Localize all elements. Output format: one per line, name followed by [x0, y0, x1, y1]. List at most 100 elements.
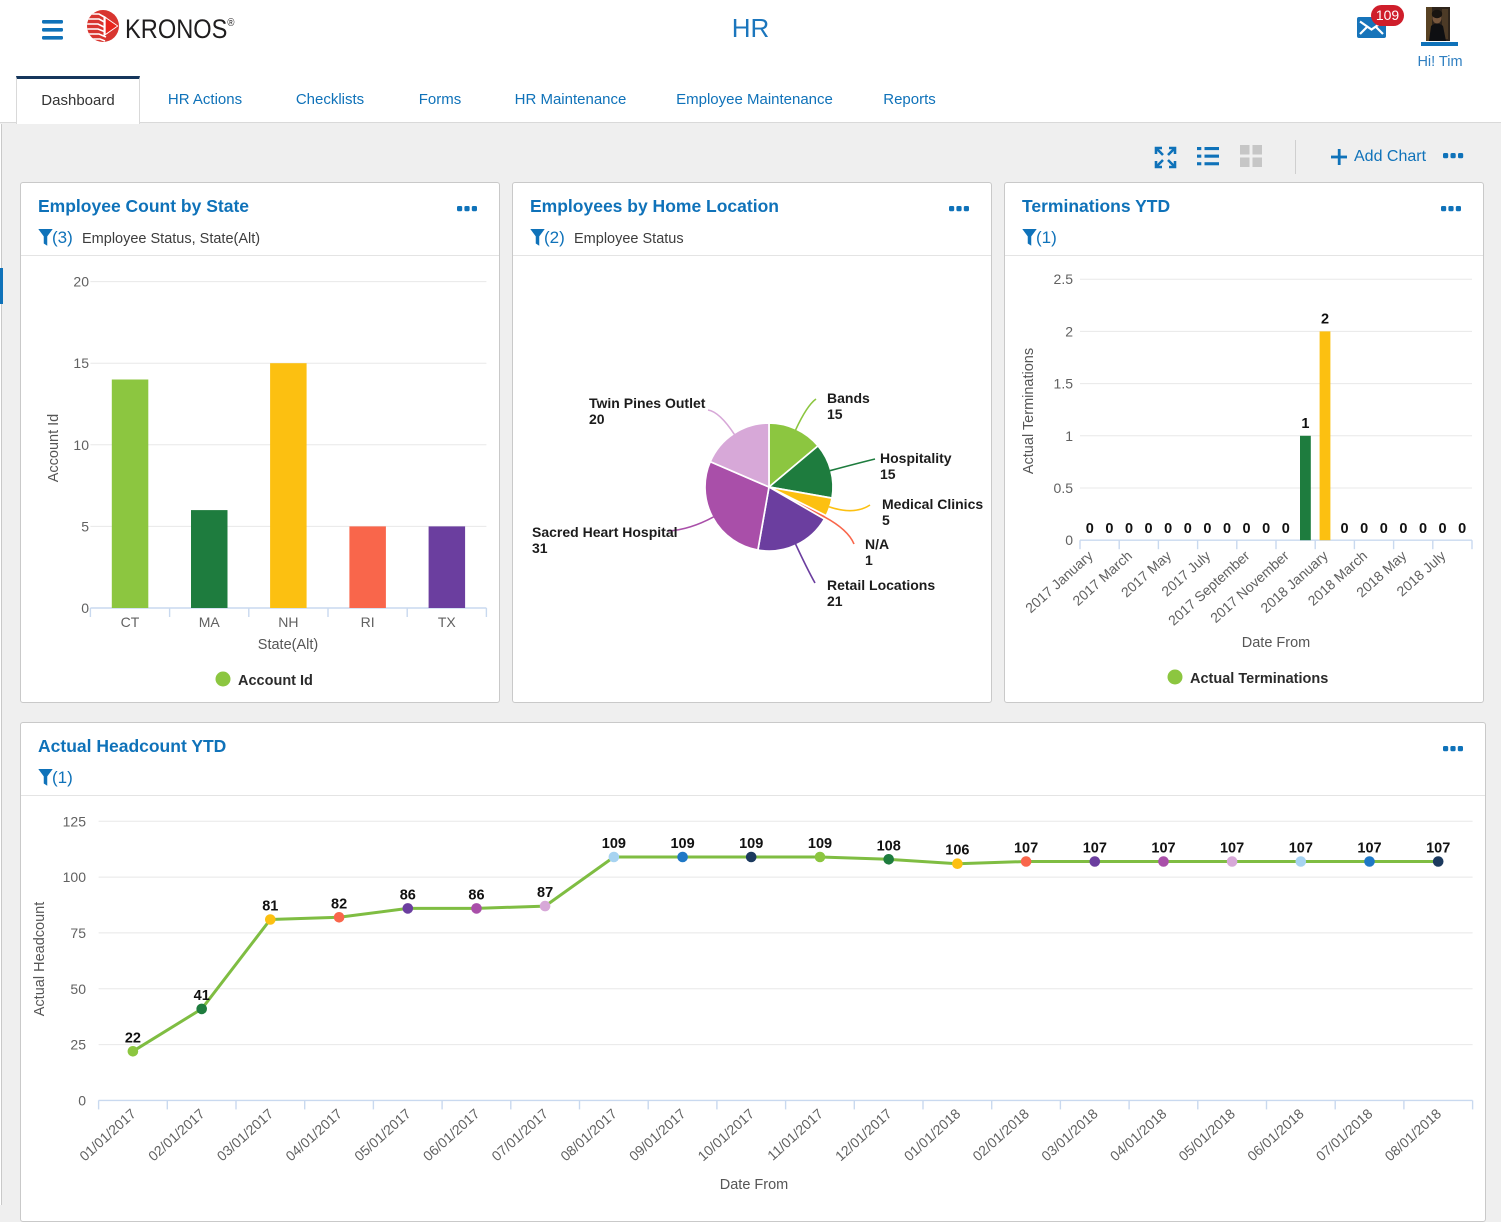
svg-text:05/01/2017: 05/01/2017	[351, 1105, 414, 1164]
svg-text:MA: MA	[199, 614, 221, 630]
svg-text:04/01/2017: 04/01/2017	[282, 1105, 345, 1164]
svg-text:81: 81	[262, 899, 278, 915]
svg-text:108: 108	[877, 838, 901, 854]
svg-text:10/01/2017: 10/01/2017	[694, 1105, 757, 1164]
svg-text:1: 1	[865, 552, 873, 568]
svg-text:0: 0	[1105, 521, 1113, 537]
svg-text:09/01/2017: 09/01/2017	[626, 1105, 689, 1164]
svg-text:06/01/2017: 06/01/2017	[420, 1105, 483, 1164]
svg-text:05/01/2018: 05/01/2018	[1175, 1105, 1238, 1164]
svg-text:2.5: 2.5	[1054, 271, 1074, 287]
svg-text:04/01/2018: 04/01/2018	[1107, 1105, 1170, 1164]
svg-text:0: 0	[1086, 521, 1094, 537]
svg-text:CT: CT	[121, 614, 140, 630]
svg-text:01/01/2018: 01/01/2018	[901, 1105, 964, 1164]
svg-text:Retail Locations: Retail Locations	[827, 577, 935, 593]
svg-text:107: 107	[1220, 841, 1244, 857]
svg-text:86: 86	[400, 887, 416, 903]
svg-text:41: 41	[194, 988, 210, 1004]
svg-text:1: 1	[1301, 416, 1309, 432]
svg-text:Actual Terminations: Actual Terminations	[1021, 348, 1037, 474]
svg-text:0: 0	[81, 600, 89, 616]
svg-text:07/01/2017: 07/01/2017	[488, 1105, 551, 1164]
svg-text:Bands: Bands	[827, 390, 870, 406]
svg-text:107: 107	[1014, 841, 1038, 857]
svg-text:02/01/2017: 02/01/2017	[145, 1105, 208, 1164]
svg-text:107: 107	[1151, 841, 1175, 857]
svg-text:0.5: 0.5	[1054, 480, 1074, 496]
svg-text:0: 0	[78, 1092, 86, 1108]
svg-text:109: 109	[602, 836, 626, 852]
svg-text:08/01/2017: 08/01/2017	[557, 1105, 620, 1164]
svg-text:Actual Terminations: Actual Terminations	[1190, 671, 1328, 687]
svg-text:75: 75	[70, 925, 86, 941]
svg-text:31: 31	[532, 540, 548, 556]
svg-text:02/01/2018: 02/01/2018	[969, 1105, 1032, 1164]
svg-text:0: 0	[1458, 521, 1466, 537]
svg-text:22: 22	[125, 1030, 141, 1046]
svg-text:106: 106	[945, 843, 969, 859]
svg-text:82: 82	[331, 896, 347, 912]
svg-text:0: 0	[1203, 521, 1211, 537]
svg-text:12/01/2017: 12/01/2017	[832, 1105, 895, 1164]
svg-text:Date From: Date From	[720, 1177, 789, 1193]
svg-text:0: 0	[1282, 521, 1290, 537]
svg-text:5: 5	[81, 518, 89, 534]
svg-text:Date From: Date From	[1242, 635, 1311, 651]
svg-text:0: 0	[1125, 521, 1133, 537]
svg-text:Account Id: Account Id	[238, 673, 313, 689]
svg-text:20: 20	[589, 411, 605, 427]
svg-text:NH: NH	[278, 614, 298, 630]
svg-text:20: 20	[73, 274, 89, 290]
svg-text:15: 15	[827, 406, 843, 422]
svg-text:109: 109	[808, 836, 832, 852]
svg-text:100: 100	[63, 869, 87, 885]
svg-text:03/01/2018: 03/01/2018	[1038, 1105, 1101, 1164]
svg-text:0: 0	[1164, 521, 1172, 537]
svg-text:1.5: 1.5	[1054, 376, 1074, 392]
svg-text:Sacred Heart Hospital: Sacred Heart Hospital	[532, 524, 678, 540]
svg-text:0: 0	[1419, 521, 1427, 537]
svg-text:Hospitality: Hospitality	[880, 450, 952, 466]
svg-text:TX: TX	[438, 614, 457, 630]
svg-text:86: 86	[468, 887, 484, 903]
svg-text:0: 0	[1065, 532, 1073, 548]
svg-text:06/01/2018: 06/01/2018	[1244, 1105, 1307, 1164]
svg-text:107: 107	[1083, 841, 1107, 857]
svg-text:21: 21	[827, 593, 843, 609]
svg-text:109: 109	[739, 836, 763, 852]
svg-text:1: 1	[1065, 428, 1073, 444]
svg-text:0: 0	[1360, 521, 1368, 537]
svg-text:0: 0	[1439, 521, 1447, 537]
svg-text:5: 5	[882, 512, 890, 528]
svg-text:Twin Pines Outlet: Twin Pines Outlet	[589, 395, 706, 411]
svg-text:0: 0	[1243, 521, 1251, 537]
svg-text:N/A: N/A	[865, 536, 889, 552]
svg-text:15: 15	[73, 355, 89, 371]
svg-text:RI: RI	[361, 614, 375, 630]
svg-text:State(Alt): State(Alt)	[258, 637, 318, 653]
svg-text:15: 15	[880, 466, 896, 482]
svg-text:107: 107	[1289, 841, 1313, 857]
svg-text:2: 2	[1321, 311, 1329, 327]
svg-text:07/01/2018: 07/01/2018	[1313, 1105, 1376, 1164]
svg-text:2: 2	[1065, 323, 1073, 339]
svg-text:107: 107	[1357, 841, 1381, 857]
svg-text:Account Id: Account Id	[46, 414, 62, 483]
svg-text:0: 0	[1341, 521, 1349, 537]
svg-text:08/01/2018: 08/01/2018	[1381, 1105, 1444, 1164]
svg-text:10: 10	[73, 437, 89, 453]
svg-text:125: 125	[63, 813, 87, 829]
svg-text:Actual Headcount: Actual Headcount	[32, 902, 48, 1016]
svg-text:0: 0	[1262, 521, 1270, 537]
svg-text:87: 87	[537, 885, 553, 901]
svg-text:0: 0	[1223, 521, 1231, 537]
svg-text:01/01/2017: 01/01/2017	[76, 1105, 139, 1164]
svg-text:0: 0	[1399, 521, 1407, 537]
svg-text:0: 0	[1184, 521, 1192, 537]
svg-text:0: 0	[1145, 521, 1153, 537]
svg-text:0: 0	[1380, 521, 1388, 537]
svg-text:107: 107	[1426, 841, 1450, 857]
svg-text:25: 25	[70, 1037, 86, 1053]
svg-text:50: 50	[70, 981, 86, 997]
